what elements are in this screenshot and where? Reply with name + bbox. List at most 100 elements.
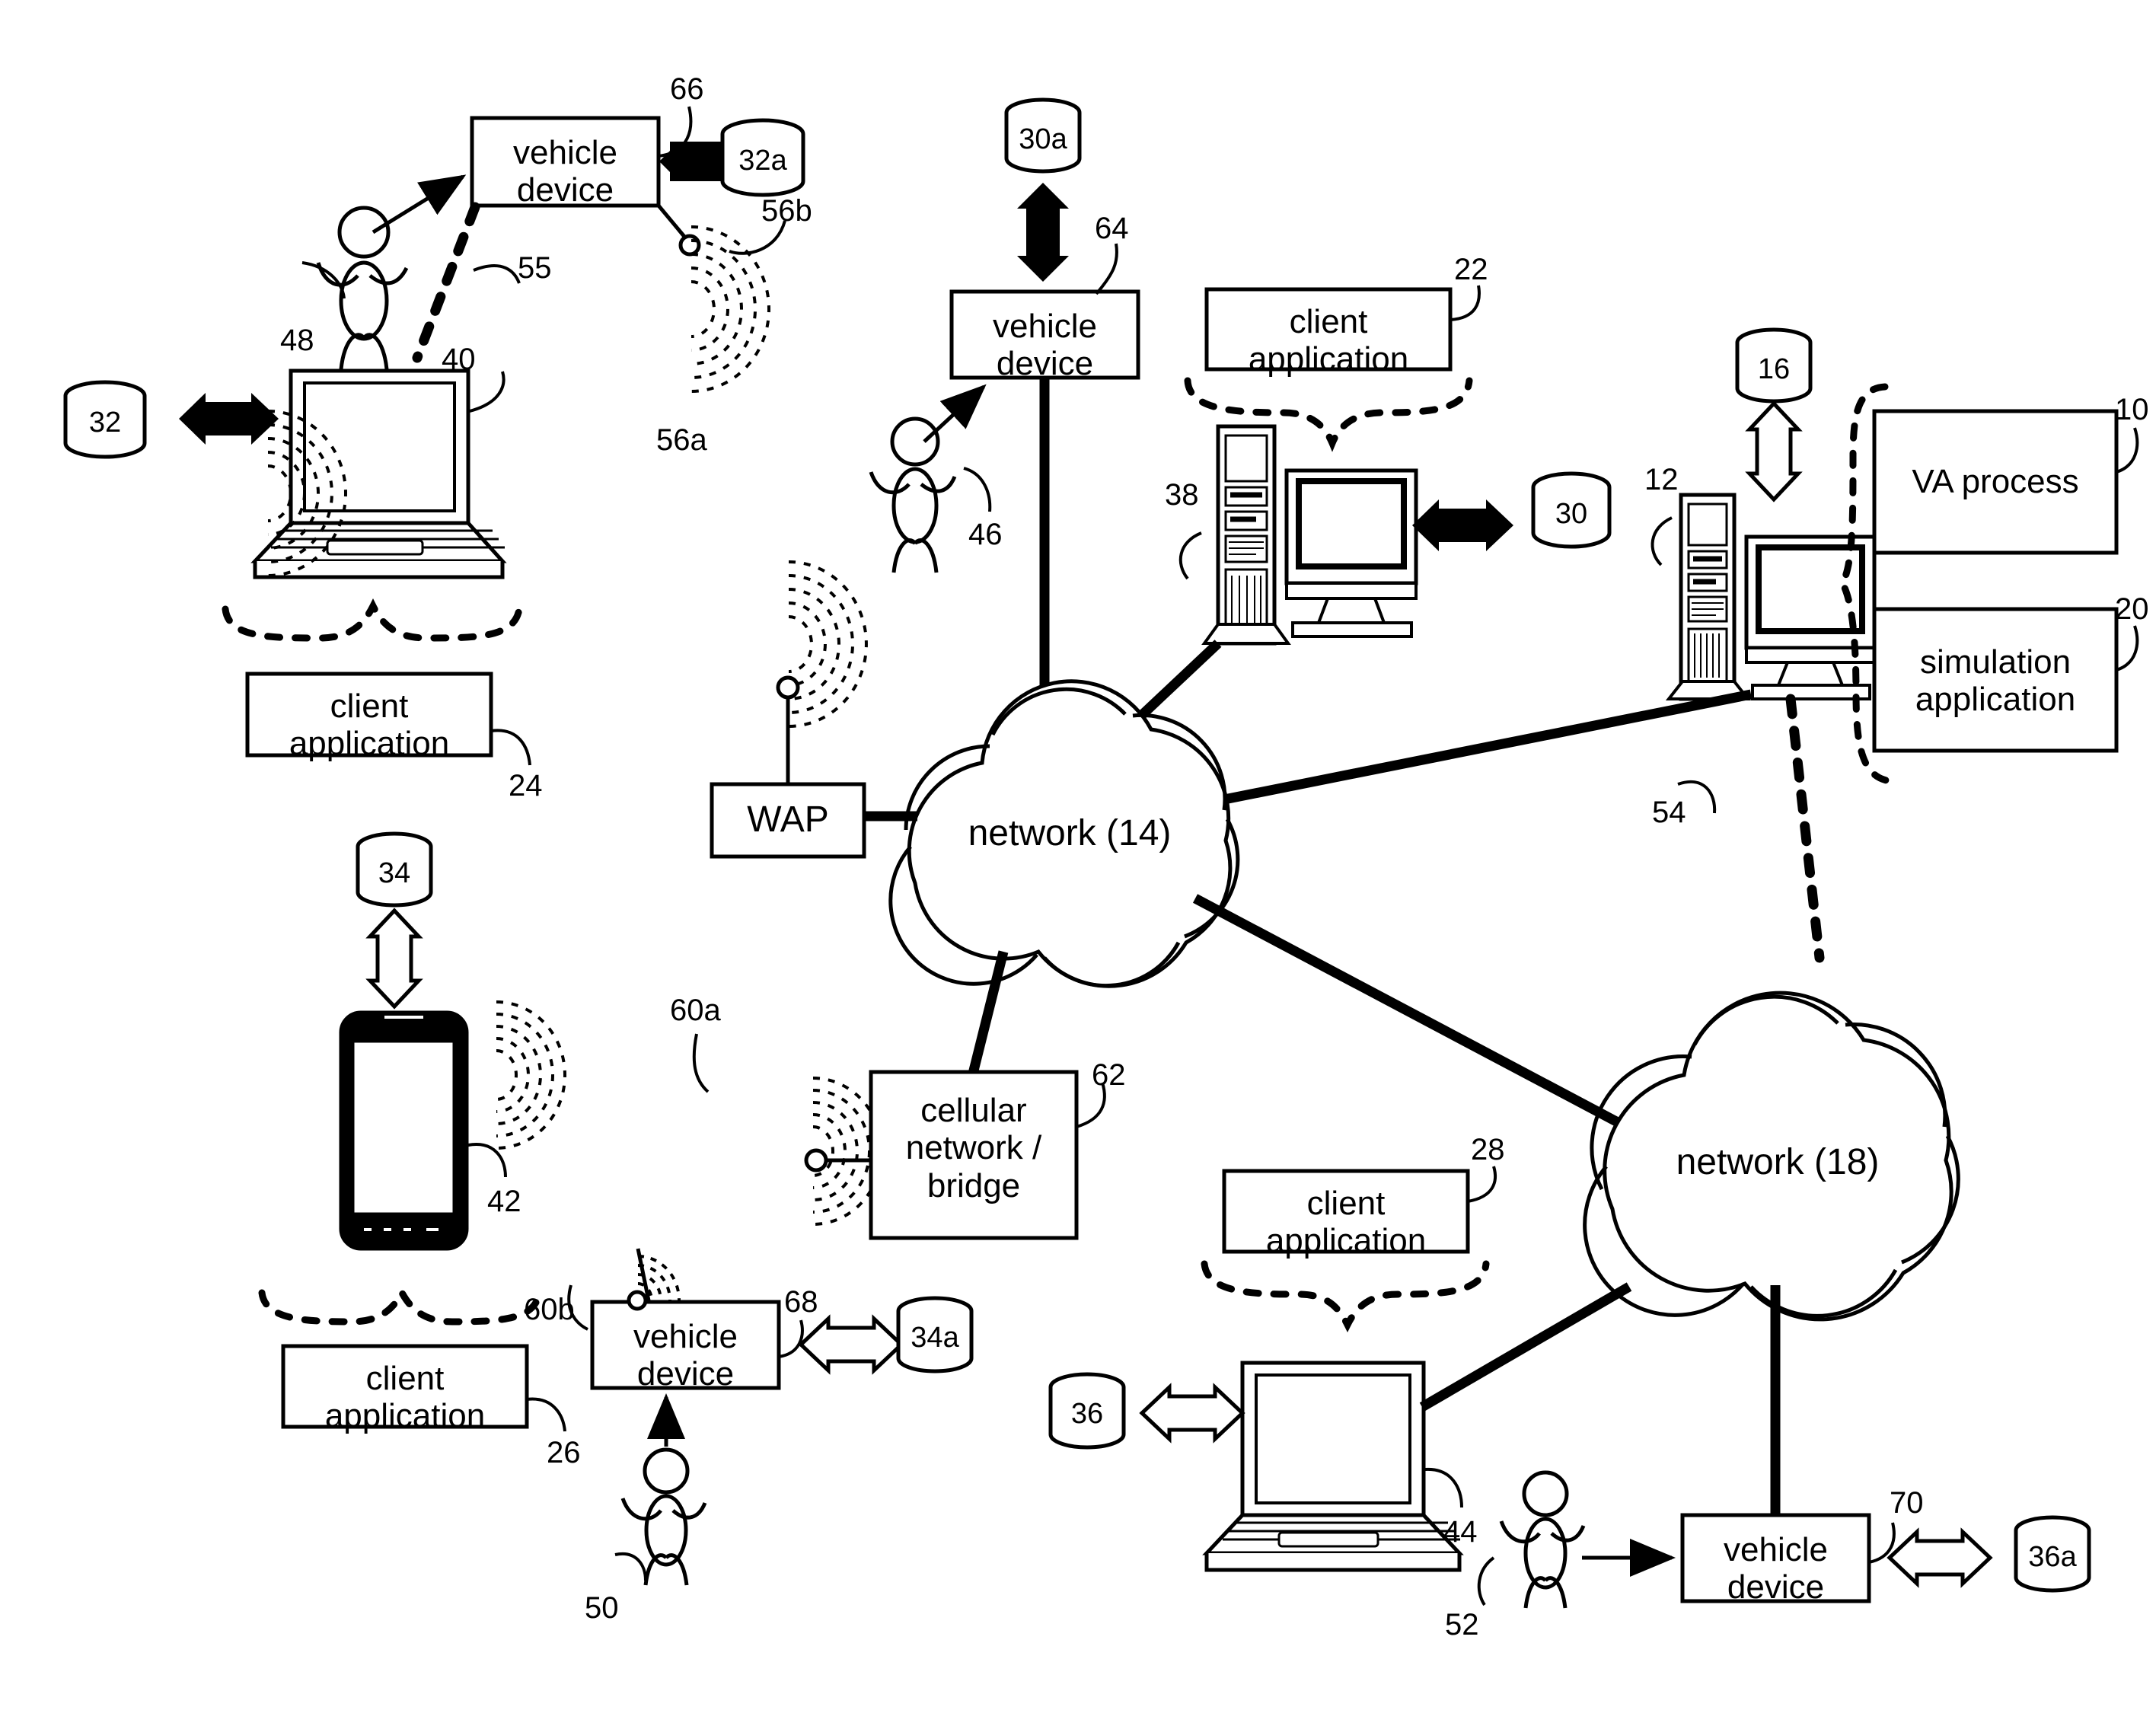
simulation-application-20-label: simulation application (1915, 643, 2076, 719)
ref-28: 28 (1471, 1133, 1505, 1166)
arrow-30a-to-vehicle-device-64 (1017, 183, 1069, 282)
person-48 (316, 206, 409, 370)
vehicle-device-68-label: vehicle device (633, 1318, 738, 1393)
arrow-46-to-vd64 (923, 384, 987, 443)
client-application-26-label: client application (324, 1360, 486, 1435)
ref-60b: 60b (524, 1293, 575, 1326)
ref-55: 55 (518, 251, 552, 285)
leader-12 (1650, 516, 1673, 566)
leader-40 (469, 371, 506, 413)
arrow-vd68-to-db34a (798, 1314, 904, 1375)
leader-50 (614, 1552, 647, 1581)
db-30-label: 30 (1555, 498, 1588, 530)
link-network14-server12 (1177, 689, 1753, 814)
antenna-stub-56a (657, 204, 687, 239)
leader-26 (526, 1397, 566, 1432)
ref-20: 20 (2115, 592, 2149, 626)
ref-24: 24 (509, 769, 543, 802)
brace-laptop-40-to-ca24 (222, 598, 523, 642)
db-34a-label: 34a (911, 1322, 959, 1354)
ref-44: 44 (1443, 1515, 1478, 1549)
ref-54: 54 (1652, 796, 1686, 829)
vehicle-device-66-label: vehicle device (513, 134, 617, 209)
leader-28 (1467, 1166, 1497, 1203)
network-14-label: network (14) (968, 813, 1172, 853)
client-application-28-label: client application (1265, 1185, 1427, 1260)
vehicle-device-70-label: vehicle device (1724, 1531, 1828, 1606)
cellular-network-bridge-62-label: cellular network / bridge (905, 1092, 1042, 1204)
dashed-link-54 (1785, 694, 1825, 963)
leader-38 (1178, 531, 1202, 580)
link-network14-cellular (968, 950, 1009, 1075)
db-32-label: 32 (88, 407, 122, 439)
ref-40: 40 (442, 343, 476, 376)
arrow-34-to-phone (365, 908, 423, 1010)
ref-70: 70 (1890, 1486, 1924, 1520)
ref-42: 42 (487, 1185, 521, 1218)
leader-52 (1477, 1556, 1495, 1606)
arrow-db36-to-laptop44 (1139, 1383, 1245, 1444)
ref-46: 46 (968, 518, 1003, 551)
dashed-link-55 (412, 202, 480, 363)
arrow-vd70-to-db36a (1886, 1527, 1993, 1588)
brace-phone42-to-ca26 (258, 1285, 543, 1326)
va-process-10-label: VA process (1912, 463, 2079, 500)
person-50 (620, 1447, 707, 1586)
client-application-24-label: client application (289, 688, 450, 763)
ref-52: 52 (1445, 1608, 1479, 1641)
network-18-label: network (18) (1676, 1142, 1880, 1182)
wap-label: WAP (747, 799, 829, 840)
ref-60a: 60a (670, 994, 721, 1027)
db-16-label: 16 (1757, 353, 1791, 385)
ref-56a: 56a (656, 423, 707, 457)
ref-50: 50 (585, 1591, 619, 1625)
leader-68 (778, 1319, 804, 1358)
db-34-label: 34 (378, 857, 411, 889)
db-32a-label: 32a (738, 145, 787, 177)
server-38 (1201, 424, 1418, 646)
arrow-48-to-vehicle-device (372, 174, 467, 234)
leader-60a (692, 1033, 710, 1093)
arrow-32-to-laptop (179, 393, 279, 445)
leader-44 (1424, 1467, 1463, 1508)
leader-64 (1095, 243, 1118, 295)
db-30a-label: 30a (1019, 123, 1067, 155)
diagram-vector-layer (63, 97, 2139, 1609)
ref-38: 38 (1165, 478, 1199, 512)
ref-12: 12 (1644, 463, 1679, 496)
leader-48 (301, 261, 346, 299)
leader-55 (473, 264, 521, 284)
ref-64: 64 (1095, 212, 1129, 245)
ref-66: 66 (670, 72, 704, 106)
person-52 (1499, 1470, 1586, 1609)
phone-42 (339, 1010, 469, 1251)
arrow-server38-to-db30 (1412, 499, 1513, 551)
link-network18-laptop44 (1419, 1282, 1632, 1412)
ref-62: 62 (1092, 1058, 1126, 1092)
ref-22: 22 (1454, 253, 1488, 286)
patent-figure-canvas: vehicle device 66 32a 56b 55 48 40 32 56… (0, 0, 2156, 1726)
ref-26: 26 (547, 1436, 581, 1469)
laptop-44 (1202, 1361, 1464, 1572)
person-46 (869, 416, 957, 573)
laptop-40 (250, 368, 507, 579)
ref-56b: 56b (761, 194, 812, 228)
leader-24 (490, 729, 531, 766)
db-36a-label: 36a (2028, 1541, 2077, 1573)
client-application-22-label: client application (1248, 303, 1409, 378)
leader-10 (2116, 427, 2139, 474)
brace-ca28-to-laptop44 (1201, 1260, 1490, 1333)
arrow-16-to-server12 (1745, 400, 1803, 502)
server-12 (1665, 493, 1877, 701)
waves-wap (788, 560, 868, 728)
db-36-label: 36 (1070, 1398, 1104, 1430)
link-network14-network18 (1192, 894, 1632, 1133)
ref-10: 10 (2115, 393, 2149, 426)
vehicle-device-64-label: vehicle device (993, 308, 1097, 383)
ref-48: 48 (280, 324, 314, 357)
leader-22 (1450, 285, 1481, 321)
waves-phone-42 (496, 1000, 566, 1150)
leader-20 (2116, 625, 2139, 672)
ref-68: 68 (784, 1285, 818, 1319)
leader-46 (963, 467, 992, 512)
